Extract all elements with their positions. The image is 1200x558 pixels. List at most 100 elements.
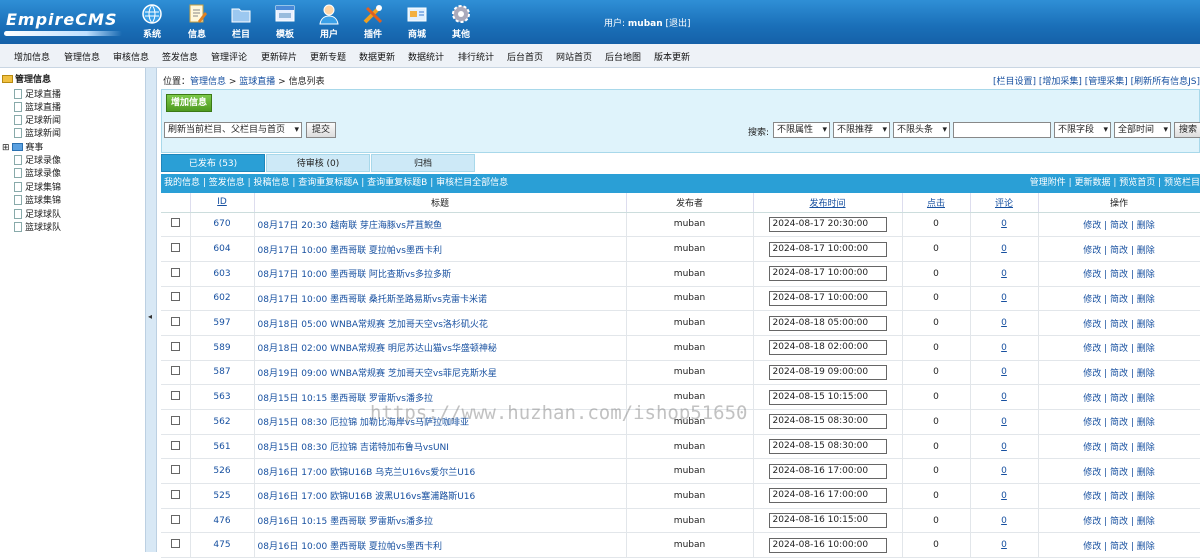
row-title-link[interactable]: 08月16日 10:00 墨西哥联 夏拉帕vs墨西卡利 [254,532,627,558]
row-checkbox[interactable] [170,341,180,351]
menu-item-add-info[interactable]: 增加信息 [14,50,50,63]
row-actions[interactable]: 修改 | 简改 | 删除 [1038,434,1200,460]
menu-item-site-home[interactable]: 网站首页 [556,50,592,63]
sidebar-item-football-teams[interactable]: 足球球队 [14,207,61,220]
tab-pending-review[interactable]: 待审核 (0) [266,154,370,172]
publish-time-input[interactable]: 2024-08-16 10:15:00 [768,513,887,529]
publish-time-input[interactable]: 2024-08-15 08:30:00 [768,414,887,430]
row-title-link[interactable]: 08月16日 17:00 欧锦U16B 波黑U16vs塞浦路斯U16 [254,483,627,509]
row-title-link[interactable]: 08月17日 10:00 墨西哥联 桑托斯圣路易斯vs克雷卡米诺 [254,286,627,312]
row-title-link[interactable]: 08月18日 02:00 WNBA常规赛 明尼苏达山猫vs华盛顿神秘 [254,335,627,361]
menu-item-rank-stats[interactable]: 排行统计 [458,50,494,63]
row-comments-link[interactable]: 0 [1001,219,1007,229]
row-actions[interactable]: 修改 | 简改 | 删除 [1038,335,1200,361]
search-button[interactable]: 搜索 [1174,122,1200,138]
row-comments-link[interactable]: 0 [1001,244,1007,254]
publish-time-input[interactable]: 2024-08-17 10:00:00 [768,290,887,306]
row-actions[interactable]: 修改 | 简改 | 删除 [1038,286,1200,312]
row-comments-link[interactable]: 0 [1001,466,1007,476]
row-checkbox-cell[interactable] [161,434,191,460]
sidebar-item-basketball-live[interactable]: 篮球直播 [14,100,61,113]
publish-time-input[interactable]: 2024-08-18 05:00:00 [768,315,887,331]
recommend-filter-select[interactable]: 不限推荐 [833,122,890,138]
tab-published[interactable]: 已发布 (53) [161,154,265,172]
row-actions[interactable]: 修改 | 简改 | 删除 [1038,261,1200,287]
row-comments-link[interactable]: 0 [1001,269,1007,279]
row-checkbox[interactable] [170,539,180,549]
row-actions[interactable]: 修改 | 简改 | 删除 [1038,310,1200,336]
row-checkbox[interactable] [170,243,180,253]
row-checkbox[interactable] [170,415,180,425]
menu-item-update-topics[interactable]: 更新专题 [310,50,346,63]
col-comments[interactable]: 评论 [970,193,1039,213]
nav-other[interactable]: 其他 [442,2,480,42]
sidebar-item-basketball-teams[interactable]: 篮球球队 [14,220,61,233]
publish-time-input[interactable]: 2024-08-15 10:15:00 [768,389,887,405]
nav-plugin[interactable]: 插件 [354,2,392,42]
breadcrumb-manage-info[interactable]: 管理信息 [190,77,226,87]
info-filter-links[interactable]: 我的信息 | 签发信息 | 投稿信息 | 查询重复标题A | 查询重复标题B |… [164,174,508,193]
row-checkbox-cell[interactable] [161,508,191,534]
row-comments-link[interactable]: 0 [1001,516,1007,526]
row-title-link[interactable]: 08月17日 10:00 墨西哥联 阿比查斯vs多拉多斯 [254,261,627,287]
menu-item-admin-map[interactable]: 后台地图 [605,50,641,63]
menu-item-sign-info[interactable]: 签发信息 [162,50,198,63]
row-checkbox[interactable] [170,218,180,228]
row-checkbox[interactable] [170,267,180,277]
menu-item-data-stats[interactable]: 数据统计 [408,50,444,63]
sidebar-item-basketball-highlights[interactable]: 篮球集锦 [14,193,61,206]
menu-item-data-update[interactable]: 数据更新 [359,50,395,63]
row-checkbox[interactable] [170,317,180,327]
row-title-link[interactable]: 08月18日 05:00 WNBA常规赛 芝加哥天空vs洛杉矶火花 [254,310,627,336]
row-actions[interactable]: 修改 | 简改 | 删除 [1038,236,1200,262]
row-comments-link[interactable]: 0 [1001,491,1007,501]
row-comments-link[interactable]: 0 [1001,540,1007,550]
row-checkbox[interactable] [170,292,180,302]
menu-item-admin-home[interactable]: 后台首页 [507,50,543,63]
row-checkbox-cell[interactable] [161,335,191,361]
menu-item-review-info[interactable]: 审核信息 [113,50,149,63]
add-info-button[interactable]: 增加信息 [166,94,212,112]
row-actions[interactable]: 修改 | 简改 | 删除 [1038,360,1200,386]
empirecms-logo[interactable]: EmpireCMS [4,6,122,38]
row-checkbox-cell[interactable] [161,360,191,386]
row-title-link[interactable]: 08月17日 20:30 越南联 芽庄海豚vs芹苴鲵鱼 [254,212,627,238]
publish-time-input[interactable]: 2024-08-17 10:00:00 [768,266,887,282]
row-actions[interactable]: 修改 | 简改 | 删除 [1038,483,1200,509]
headline-filter-select[interactable]: 不限头条 [893,122,950,138]
row-checkbox-cell[interactable] [161,310,191,336]
row-actions[interactable]: 修改 | 简改 | 删除 [1038,508,1200,534]
sidebar-item-football-live[interactable]: 足球直播 [14,87,61,100]
row-title-link[interactable]: 08月16日 10:15 墨西哥联 罗雷斯vs潘多拉 [254,508,627,534]
row-checkbox[interactable] [170,440,180,450]
nav-system[interactable]: 系统 [133,2,171,42]
row-comments-link[interactable]: 0 [1001,442,1007,452]
row-checkbox-cell[interactable] [161,236,191,262]
sidebar-item-football-highlights[interactable]: 足球集锦 [14,180,61,193]
row-title-link[interactable]: 08月15日 08:30 厄拉锦 加勒比海岸vs马萨拉咖啡亚 [254,409,627,435]
row-comments-link[interactable]: 0 [1001,293,1007,303]
row-comments-link[interactable]: 0 [1001,318,1007,328]
breadcrumb-column[interactable]: 篮球直播 [239,77,275,87]
row-checkbox[interactable] [170,514,180,524]
attribute-filter-select[interactable]: 不限属性 [773,122,830,138]
expand-plus-icon[interactable]: ⊞ [2,143,10,153]
nav-user[interactable]: 用户 [310,2,348,42]
nav-info[interactable]: 信息 [178,2,216,42]
nav-column[interactable]: 栏目 [222,2,260,42]
row-comments-link[interactable]: 0 [1001,417,1007,427]
logout-link[interactable]: [退出] [666,19,691,29]
row-checkbox[interactable] [170,489,180,499]
col-clicks[interactable]: 点击 [902,193,971,213]
row-actions[interactable]: 修改 | 简改 | 删除 [1038,458,1200,485]
sidebar-item-football-news[interactable]: 足球新闻 [14,113,61,126]
row-checkbox-cell[interactable] [161,532,191,558]
row-comments-link[interactable]: 0 [1001,367,1007,377]
publish-time-input[interactable]: 2024-08-16 17:00:00 [768,488,887,504]
menu-item-manage-info[interactable]: 管理信息 [64,50,100,63]
menu-item-manage-comments[interactable]: 管理评论 [211,50,247,63]
row-checkbox-cell[interactable] [161,286,191,312]
row-checkbox-cell[interactable] [161,212,191,238]
search-input[interactable] [953,122,1051,138]
row-title-link[interactable]: 08月15日 10:15 墨西哥联 罗雷斯vs潘多拉 [254,384,627,410]
